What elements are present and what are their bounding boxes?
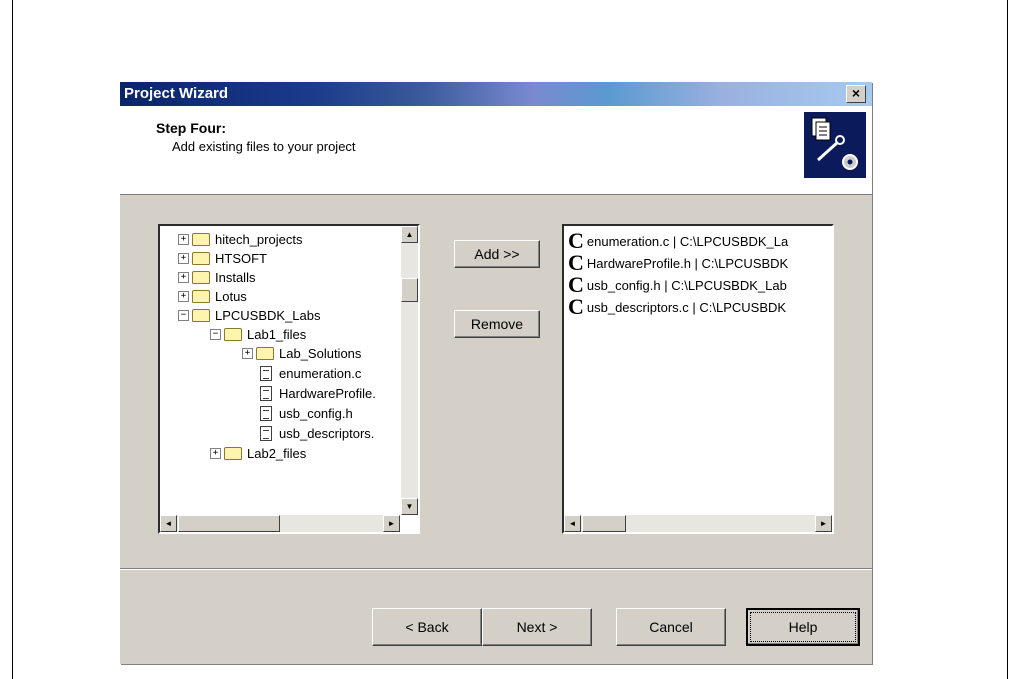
tree-item-label: Lab2_files [247,445,307,461]
tree-item-label: Installs [215,269,256,285]
tree-item[interactable]: + Lab_Solutions [242,344,361,362]
tree-item[interactable]: + HTSOFT [178,249,267,267]
scroll-left-arrow-icon[interactable]: ◄ [564,515,581,532]
project-wizard-dialog: Project Wizard × Step Four: Add existing… [120,82,872,664]
cancel-button[interactable]: Cancel [616,608,726,646]
expand-icon[interactable]: + [242,347,253,359]
list-item[interactable]: C HardwareProfile.h | C:\LPCUSBDK [568,250,789,275]
folder-icon [192,251,210,265]
c-file-icon: C [568,294,584,319]
tree-item-label: usb_descriptors. [279,425,375,441]
c-file-icon: C [568,250,584,275]
scroll-thumb[interactable] [401,278,418,302]
folder-open-icon [224,327,242,341]
tree-horizontal-scrollbar[interactable]: ◄ ► [160,515,400,532]
expand-icon[interactable]: + [210,447,221,459]
files-horizontal-scrollbar[interactable]: ◄ ► [564,515,832,532]
folder-icon [192,232,210,246]
expand-icon[interactable]: + [178,271,189,283]
folder-open-icon [192,308,210,322]
scroll-up-arrow-icon[interactable]: ▲ [401,226,418,243]
tree-item-label: HTSOFT [215,250,267,266]
file-icon [260,425,272,441]
scroll-thumb[interactable] [178,515,280,532]
file-label: usb_descriptors.c | C:\LPCUSBDK [586,299,787,315]
c-file-icon: C [568,228,584,253]
folder-tree[interactable]: + hitech_projects + HTSOFT + Installs + … [158,224,420,534]
file-icon [260,385,272,401]
folder-icon [256,346,274,360]
title-bar[interactable]: Project Wizard × [120,82,872,106]
expand-icon[interactable]: + [178,252,189,264]
expand-icon[interactable]: + [178,233,189,245]
tree-item[interactable]: HardwareProfile. [260,384,376,402]
tree-item[interactable]: + Lotus [178,287,247,305]
tree-item[interactable]: + hitech_projects [178,230,302,248]
next-button[interactable]: Next > [482,608,592,646]
tree-item[interactable]: usb_descriptors. [260,424,374,442]
tree-item[interactable]: − Lab1_files [210,325,306,343]
footer-divider [120,568,872,570]
folder-icon [192,289,210,303]
tree-vertical-scrollbar[interactable]: ▲ ▼ [401,226,418,515]
list-item[interactable]: C enumeration.c | C:\LPCUSBDK_La [568,228,789,253]
folder-icon [192,270,210,284]
tree-item[interactable]: usb_config.h [260,404,353,422]
tree-item-label: enumeration.c [279,365,362,381]
tree-item-label: Lotus [215,288,247,304]
remove-button[interactable]: Remove [454,310,540,338]
tree-item-label: LPCUSBDK_Labs [215,307,321,323]
tree-item-label: Lab1_files [247,326,307,342]
scroll-down-arrow-icon[interactable]: ▼ [401,498,418,515]
collapse-icon[interactable]: − [178,309,189,321]
file-label: usb_config.h | C:\LPCUSBDK_Lab [586,277,787,293]
help-button[interactable]: Help [746,608,860,646]
folder-icon [224,446,242,460]
scroll-left-arrow-icon[interactable]: ◄ [160,515,177,532]
scroll-right-arrow-icon[interactable]: ► [383,515,400,532]
tree-item-label: usb_config.h [279,405,353,421]
step-title: Step Four: [156,120,226,136]
file-icon [260,365,272,381]
expand-icon[interactable]: + [178,290,189,302]
collapse-icon[interactable]: − [210,328,221,340]
tree-item[interactable]: enumeration.c [260,364,361,382]
list-item[interactable]: C usb_config.h | C:\LPCUSBDK_Lab [568,272,787,297]
tree-item[interactable]: − LPCUSBDK_Labs [178,306,321,324]
close-button[interactable]: × [846,85,866,103]
tree-item-label: Lab_Solutions [279,345,362,361]
dialog-title: Project Wizard [124,85,229,102]
tree-item[interactable]: + Lab2_files [210,444,306,462]
file-icon [260,405,272,421]
step-subtitle: Add existing files to your project [172,139,356,154]
wizard-header: Step Four: Add existing files to your pr… [120,106,872,195]
c-file-icon: C [568,272,584,297]
add-button[interactable]: Add >> [454,240,540,268]
back-button[interactable]: < Back [372,608,482,646]
file-label: enumeration.c | C:\LPCUSBDK_La [586,233,789,249]
tree-item-label: HardwareProfile. [279,385,376,401]
tree-item-label: hitech_projects [215,231,303,247]
scroll-right-arrow-icon[interactable]: ► [815,515,832,532]
wizard-tools-icon [804,112,866,178]
scroll-thumb[interactable] [582,515,626,532]
file-label: HardwareProfile.h | C:\LPCUSBDK [586,255,789,271]
list-item[interactable]: C usb_descriptors.c | C:\LPCUSBDK [568,294,787,319]
tree-item[interactable]: + Installs [178,268,255,286]
project-files-list[interactable]: C enumeration.c | C:\LPCUSBDK_La C Hardw… [562,224,834,534]
